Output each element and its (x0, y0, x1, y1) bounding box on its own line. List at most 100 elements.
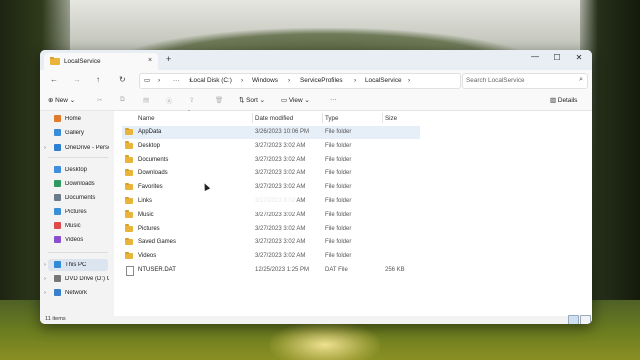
sidebar-item-this-pc[interactable]: › This PC (44, 259, 108, 271)
view-button[interactable]: ▭ View ⌄ (281, 96, 310, 104)
dvd-icon (54, 275, 61, 282)
column-divider[interactable] (322, 113, 323, 123)
home-icon (54, 115, 61, 122)
sidebar-item-documents[interactable]: Documents (48, 192, 108, 204)
sidebar-item-videos[interactable]: Videos (48, 234, 108, 246)
file-date-modified: 3/27/2023 3:02 AM (255, 239, 306, 246)
sidebar-item-music[interactable]: Music (48, 220, 108, 232)
breadcrumb-sep: › (158, 77, 161, 84)
breadcrumb-serviceprofiles[interactable]: ServiceProfiles (300, 77, 343, 84)
sidebar-item-label: Documents (65, 195, 96, 201)
column-divider[interactable] (382, 113, 383, 123)
file-row[interactable]: Favorites 3/27/2023 3:02 AM File folder (122, 181, 420, 194)
file-row[interactable]: Saved Games 3/27/2023 3:02 AM File folder (122, 236, 420, 249)
chevron-right-icon[interactable]: › (44, 262, 46, 268)
details-button[interactable]: ▥ Details (550, 96, 577, 104)
file-name: Downloads (138, 170, 168, 177)
breadcrumb-localservice[interactable]: LocalService (365, 77, 402, 84)
sidebar-item-label: Desktop (65, 167, 88, 173)
status-bar: 11 items (40, 315, 592, 324)
file-type: File folder (325, 184, 352, 191)
new-button[interactable]: ⊕ New ⌄ (48, 96, 75, 104)
back-button[interactable]: ← (50, 75, 58, 84)
folder-icon (125, 237, 133, 246)
file-row[interactable]: AppData 3/26/2023 10:06 PM File folder (122, 126, 420, 139)
file-row[interactable]: Downloads 3/27/2023 3:02 AM File folder (122, 167, 420, 180)
tab-title: LocalService (64, 58, 101, 65)
sidebar-item-label: Home (65, 116, 82, 122)
column-header-size[interactable]: Size (385, 115, 397, 122)
delete-icon[interactable]: 🗑 (215, 96, 223, 104)
new-tab-button[interactable]: + (166, 54, 171, 64)
details-label: Details (557, 97, 578, 104)
file-type: DAT File (325, 267, 348, 273)
up-button[interactable]: ↑ (96, 75, 100, 84)
sort-button[interactable]: ⇅ Sort ⌄ (239, 96, 265, 104)
chevron-right-icon[interactable]: › (44, 145, 46, 151)
sidebar-divider (48, 252, 108, 253)
file-icon (126, 266, 134, 276)
sidebar-item-gallery[interactable]: Gallery (48, 127, 108, 139)
column-header-name[interactable]: Name (138, 115, 155, 122)
folder-icon (125, 182, 133, 191)
item-count: 11 items (45, 316, 66, 322)
file-name: Music (138, 211, 154, 218)
rename-icon[interactable]: Ⓐ (166, 96, 172, 105)
breadcrumb-sep: › (288, 77, 291, 84)
file-date-modified: 3/27/2023 3:02 AM (255, 184, 306, 191)
refresh-button[interactable]: ↻ (119, 75, 126, 84)
file-row[interactable]: Desktop 3/27/2023 3:02 AM File folder (122, 140, 420, 153)
file-date-modified: 3/27/2023 3:02 AM (255, 156, 306, 163)
file-name: Favorites (138, 184, 163, 191)
breadcrumb-sep: › (241, 77, 244, 84)
search-box[interactable]: Search LocalService ⌕ (462, 73, 588, 89)
minimize-button[interactable]: — (524, 52, 546, 61)
cut-icon[interactable]: ✂ (97, 96, 102, 104)
search-input[interactable]: Search LocalService (466, 77, 525, 84)
column-divider[interactable] (252, 113, 253, 123)
sidebar-item-downloads[interactable]: Downloads (48, 178, 108, 190)
folder-icon (125, 251, 133, 260)
file-row[interactable]: NTUSER.DAT 12/25/2023 1:25 PM DAT File 256 … (122, 264, 420, 277)
navigation-pane: Home Gallery › OneDrive - Perso Desktop Downl… (40, 111, 110, 316)
tab-localservice[interactable]: LocalService × (44, 53, 158, 70)
paste-icon[interactable]: ▤ (143, 96, 149, 104)
breadcrumb-windows[interactable]: Windows (252, 77, 278, 84)
copy-icon[interactable]: ⧉ (120, 96, 125, 104)
navigation-bar: ← → ↑ ↻ ▭ › ··· › Local Disk (C:) › Wind… (40, 70, 592, 90)
see-more-button[interactable]: ··· (330, 96, 336, 103)
tab-close-icon[interactable]: × (148, 57, 152, 64)
forward-button[interactable]: → (73, 75, 81, 84)
sidebar-item-label: Gallery (65, 130, 85, 136)
file-row[interactable]: Pictures 3/27/2023 3:02 AM File folder (122, 223, 420, 236)
file-name: Desktop (138, 142, 161, 149)
details-view-button[interactable] (568, 315, 579, 324)
share-icon[interactable]: ⇪ (189, 96, 194, 104)
tab-bar: LocalService × + — ☐ ✕ (40, 50, 592, 70)
folder-icon (125, 224, 133, 232)
sidebar-item-home[interactable]: Home (48, 113, 108, 125)
column-header-type[interactable]: Type (325, 115, 338, 122)
chevron-right-icon[interactable]: › (44, 276, 46, 282)
file-row[interactable]: Documents 3/27/2023 3:02 AM File folder (122, 154, 420, 167)
maximize-button[interactable]: ☐ (546, 53, 568, 62)
chevron-right-icon[interactable]: › (44, 290, 46, 296)
folder-icon (125, 168, 133, 177)
breadcrumb-local-disk[interactable]: Local Disk (C:) (190, 77, 232, 84)
sidebar-item-dvd-drive-d-c[interactable]: › DVD Drive (D:) C (44, 273, 109, 285)
sidebar-item-network[interactable]: › Network (44, 287, 108, 299)
file-row[interactable]: Videos 3/27/2023 3:02 AM File folder (122, 250, 420, 263)
wallpaper-sunlight (270, 322, 380, 360)
column-header-date-modified[interactable]: Date modified (255, 115, 293, 122)
folder-icon (125, 155, 133, 163)
sidebar-item-desktop[interactable]: Desktop (48, 164, 108, 176)
sidebar-item-label: Downloads (65, 181, 95, 187)
sidebar-item-pictures[interactable]: Pictures (48, 206, 108, 218)
sidebar-item-onedrive-perso[interactable]: › OneDrive - Perso (44, 142, 109, 154)
close-window-button[interactable]: ✕ (568, 53, 590, 62)
file-type: File folder (325, 129, 352, 135)
tiles-view-button[interactable] (580, 315, 591, 324)
address-bar[interactable]: ▭ › ··· › Local Disk (C:) › Windows › Se… (139, 73, 461, 89)
breadcrumb-more[interactable]: ··· (173, 77, 179, 84)
file-type: File folder (325, 253, 352, 260)
